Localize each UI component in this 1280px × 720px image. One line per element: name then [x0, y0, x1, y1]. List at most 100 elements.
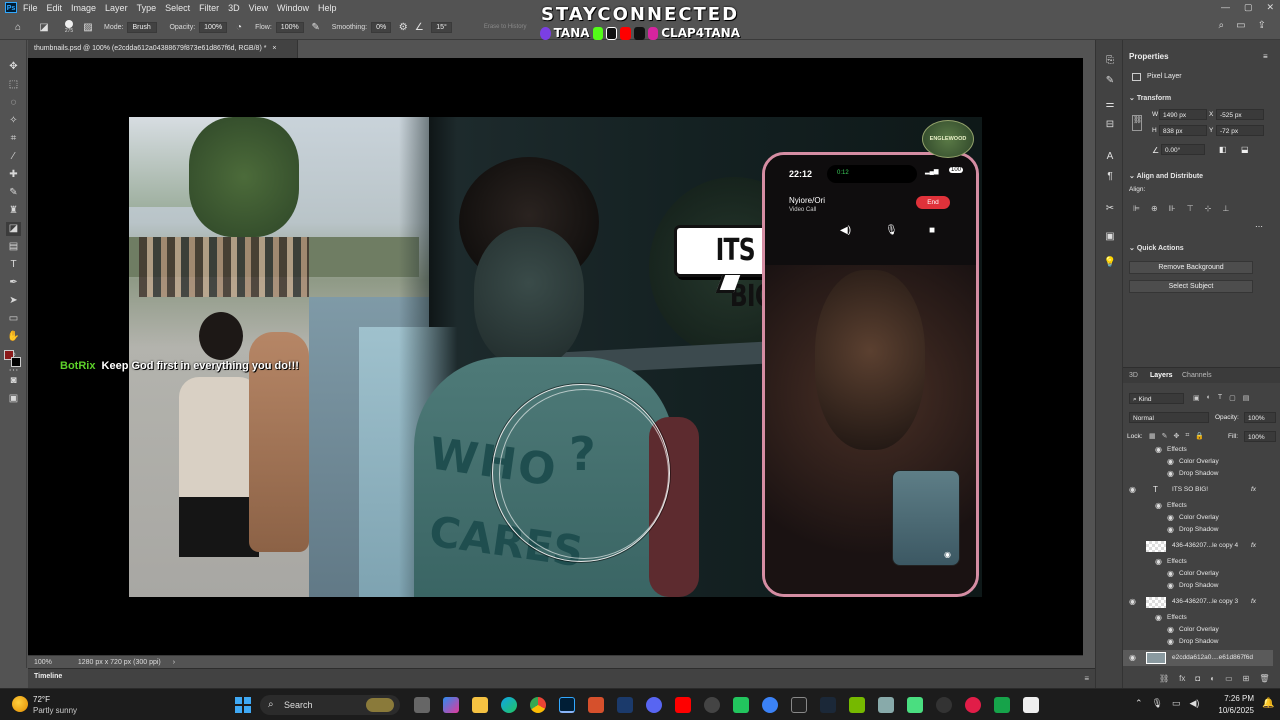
menu-type[interactable]: Type	[137, 3, 157, 13]
layer-visibility-eye-icon[interactable]: ◉	[1129, 594, 1136, 610]
excel-icon[interactable]	[994, 697, 1010, 713]
character-icon[interactable]: A	[1103, 150, 1117, 164]
menu-3d[interactable]: 3D	[228, 3, 240, 13]
menu-view[interactable]: View	[249, 3, 268, 13]
fx-icon[interactable]: fx	[1251, 538, 1256, 554]
width-input[interactable]: 1490 px	[1159, 109, 1207, 120]
delete-layer-icon[interactable]: 🗑	[1259, 674, 1269, 683]
quick-select-tool-icon[interactable]: ✧	[6, 114, 21, 128]
workspace-icon[interactable]: ▭	[1236, 20, 1245, 31]
app-icon-1[interactable]	[588, 697, 604, 713]
eyedropper-tool-icon[interactable]: ⁄	[6, 150, 21, 164]
tools-presets-icon[interactable]: ✂	[1103, 202, 1117, 216]
select-subject-button[interactable]: Select Subject	[1129, 280, 1253, 293]
layer-effect-row[interactable]: ◉ Color Overlay	[1123, 456, 1273, 468]
layers-list[interactable]: ◉ Effects ◉ Color Overlay ◉ Drop Shadow ◉ T I…	[1123, 444, 1273, 670]
effect-eye-icon[interactable]: ◉	[1167, 568, 1174, 580]
erase-to-history-checkbox[interactable]: Erase to History	[484, 24, 527, 30]
new-group-icon[interactable]: ▭	[1225, 674, 1233, 683]
x-input[interactable]: -525 px	[1216, 109, 1264, 120]
epic-games-icon[interactable]	[791, 697, 807, 713]
notification-bell-icon[interactable]: 🔔	[1262, 698, 1274, 709]
menu-edit[interactable]: Edit	[47, 3, 63, 13]
speaker-icon[interactable]: ◀)	[840, 225, 851, 236]
effect-eye-icon[interactable]: ◉	[1167, 456, 1174, 468]
more-align-options-icon[interactable]: ⋯	[1255, 222, 1263, 231]
effect-eye-icon[interactable]: ◉	[1167, 624, 1174, 636]
canvas-area[interactable]: WHO ? CARES ITS SO BIG! 22:12 0:12 ▂▄▆ 1…	[28, 58, 1083, 655]
menu-filter[interactable]: Filter	[199, 3, 219, 13]
effect-eye-icon[interactable]: ◉	[1155, 500, 1162, 512]
adjustment-layer-icon[interactable]: ◐	[1210, 674, 1215, 683]
add-style-icon[interactable]: fx	[1179, 674, 1185, 683]
microphone-icon[interactable]: 🎙	[1152, 698, 1163, 709]
photoshop-taskbar-icon[interactable]	[559, 697, 575, 713]
tab-channels[interactable]: Channels	[1182, 372, 1212, 379]
effect-eye-icon[interactable]: ◉	[1167, 512, 1174, 524]
app-icon-4[interactable]	[733, 697, 749, 713]
capcut-icon[interactable]	[1023, 697, 1039, 713]
fill-input[interactable]: 100%	[1244, 431, 1276, 442]
hand-tool-icon[interactable]: ✋	[6, 330, 21, 344]
tray-chevron-icon[interactable]: ⌃	[1135, 698, 1143, 709]
flip-horizontal-icon[interactable]: ◧	[1219, 145, 1227, 154]
steam-icon[interactable]	[820, 697, 836, 713]
align-top-icon[interactable]: ⊤	[1187, 204, 1194, 213]
link-layers-icon[interactable]: ⛓	[1159, 674, 1169, 683]
healing-tool-icon[interactable]: ✚	[6, 168, 21, 182]
timeline-tab[interactable]: Timeline	[34, 673, 62, 680]
layer-effect-row[interactable]: ◉ Color Overlay	[1123, 512, 1273, 524]
opera-icon[interactable]	[965, 697, 981, 713]
transform-section[interactable]: ⌄ Transform	[1129, 94, 1171, 102]
lock-artboard-icon[interactable]: ⌗	[1185, 432, 1189, 440]
menu-image[interactable]: Image	[71, 3, 96, 13]
app-icon-3[interactable]	[704, 697, 720, 713]
zoom-level[interactable]: 100%	[34, 659, 52, 666]
layer-visibility-eye-icon[interactable]: ◉	[1129, 482, 1136, 498]
photoshop-logo-icon[interactable]: Ps	[5, 2, 17, 13]
lock-image-icon[interactable]: ✎	[1162, 432, 1168, 440]
eraser-tool-icon[interactable]: ◪	[6, 222, 21, 236]
angle-input[interactable]: 0.00°	[1161, 144, 1205, 155]
menu-select[interactable]: Select	[165, 3, 190, 13]
lasso-tool-icon[interactable]: ◌	[6, 96, 21, 110]
stamp-tool-icon[interactable]: ♜	[6, 204, 21, 218]
layer-effect-row[interactable]: ◉ Drop Shadow	[1123, 580, 1273, 592]
menu-layer[interactable]: Layer	[105, 3, 128, 13]
mute-icon[interactable]: 🎙	[885, 225, 898, 236]
filter-shape-icon[interactable]: ▢	[1229, 394, 1236, 402]
background-color-swatch[interactable]	[11, 357, 21, 367]
layer-effect-row[interactable]: ◉ Drop Shadow	[1123, 468, 1273, 480]
document-tab[interactable]: thumbnails.psd @ 100% (e2cdda612a0438867…	[28, 40, 298, 58]
layer-row-image[interactable]: 436-436207...le copy 4 fx	[1123, 538, 1273, 554]
pressure-opacity-icon[interactable]: ◔	[231, 19, 247, 35]
minimize-icon[interactable]: —	[1221, 2, 1230, 13]
align-left-icon[interactable]: ⊫	[1133, 204, 1140, 213]
screen-mode-icon[interactable]: ▣	[6, 392, 21, 406]
effect-eye-icon[interactable]: ◉	[1155, 556, 1162, 568]
file-explorer-icon[interactable]	[472, 697, 488, 713]
brush-tool-icon[interactable]: ✎	[6, 186, 21, 200]
close-icon[interactable]: ✕	[1266, 2, 1274, 13]
path-select-tool-icon[interactable]: ➤	[6, 294, 21, 308]
nvidia-icon[interactable]	[849, 697, 865, 713]
remove-background-button[interactable]: Remove Background	[1129, 261, 1253, 274]
weather-icon[interactable]	[12, 696, 28, 712]
menu-window[interactable]: Window	[277, 3, 309, 13]
align-right-icon[interactable]: ⊪	[1169, 204, 1176, 213]
opacity-input[interactable]: 100%	[199, 21, 228, 33]
layer-effect-row[interactable]: ◉ Color Overlay	[1123, 568, 1273, 580]
tab-layers[interactable]: Layers	[1150, 372, 1173, 379]
navigator-icon[interactable]: ▣	[1103, 230, 1117, 244]
airbrush-icon[interactable]: ✎	[308, 19, 324, 35]
maximize-icon[interactable]: ▢	[1244, 2, 1253, 13]
gradient-tool-icon[interactable]: ▤	[6, 240, 21, 254]
flow-input[interactable]: 100%	[275, 21, 304, 33]
filter-smart-icon[interactable]: ▤	[1243, 394, 1250, 402]
history-icon[interactable]: ⎘	[1103, 54, 1117, 68]
end-call-button[interactable]: End	[916, 196, 950, 209]
effect-eye-icon[interactable]: ◉	[1167, 636, 1174, 648]
align-middle-v-icon[interactable]: ⊹	[1205, 204, 1212, 213]
timeline-menu-icon[interactable]: ≡	[1084, 674, 1089, 683]
flip-camera-icon[interactable]: ◉	[944, 550, 951, 559]
